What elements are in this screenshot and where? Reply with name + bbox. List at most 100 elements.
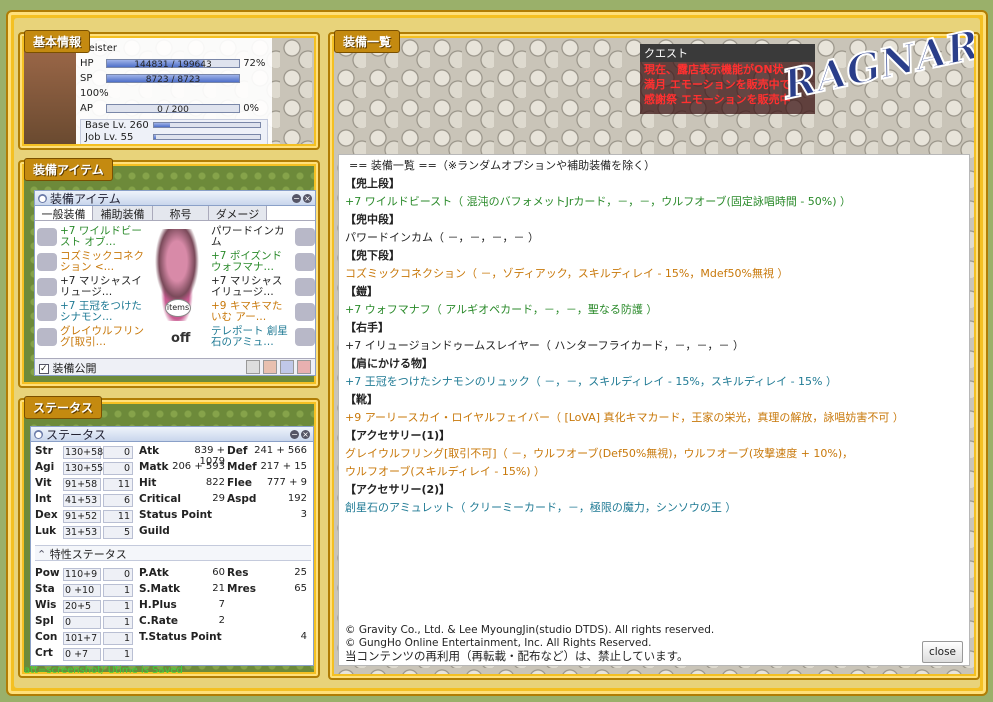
collapse-icon[interactable]: ⌃ bbox=[37, 548, 46, 561]
item-icon bbox=[37, 227, 57, 246]
equip-list-box: == 装備一覧 ==（※ランダムオプションや補助装備を除く） 【兜上段】 +7 ワ… bbox=[338, 154, 970, 666]
equip-slot-name: パワードインカム bbox=[211, 224, 285, 248]
equip-slot-right[interactable]: テレポート 創星石のアミュ… bbox=[211, 324, 315, 349]
equip-slot-right[interactable]: +7 ポイズンドウォフマナ… bbox=[211, 249, 315, 274]
status-titlebar[interactable]: ● ステータス − × bbox=[31, 427, 313, 442]
stat-name: Dex bbox=[35, 509, 58, 521]
trait-value: 0 +7 bbox=[63, 648, 101, 661]
shoe-icon[interactable] bbox=[297, 360, 311, 374]
equip-slot-left[interactable]: グレイウルフリング[取引… bbox=[37, 324, 147, 349]
equip-slot-left[interactable]: コズミックコネクション <… bbox=[37, 249, 147, 274]
stats-grid: Str 130+58 0 Agi 130+55 0 Vit 91+58 11 Int 41+53 6 D… bbox=[35, 445, 311, 545]
hp-row: HP 144831 / 199643 72% bbox=[80, 58, 266, 70]
trait-name: Crt bbox=[35, 647, 53, 659]
stat-name: Vit bbox=[35, 477, 52, 489]
equip-item-window[interactable]: ● 装備アイテム − × 一般装備 補助装備 称号 ダメージ +7 ワイルドビース… bbox=[34, 190, 316, 376]
trait-points: 1 bbox=[103, 584, 133, 597]
equip-slot-left[interactable]: +7 マリシャスイリュージ… bbox=[37, 274, 147, 299]
status-window[interactable]: ● ステータス − × Str 130+58 0 Agi 130+55 0 Vit 91+58 1… bbox=[30, 426, 314, 666]
trait-stat-value: 65 bbox=[294, 583, 307, 594]
equip-slot-right[interactable]: パワードインカム bbox=[211, 224, 315, 249]
equip-item-titlebar[interactable]: ● 装備アイテム − × bbox=[35, 191, 315, 206]
base-level: Base Lv. 260 bbox=[85, 120, 149, 131]
off-toggle[interactable]: off bbox=[171, 331, 190, 346]
footer-line: 当コンテンツの再利用（再転載・配布など）は、禁止しています。 bbox=[345, 649, 689, 663]
close-icon[interactable]: × bbox=[303, 193, 312, 203]
item-icon bbox=[37, 302, 57, 321]
swap-icon[interactable] bbox=[280, 360, 294, 374]
slot-item: +7 王冠をつけたシナモンのリュック（ －，－，スキルディレイ - 15%，スキ… bbox=[345, 375, 837, 388]
status-value: 777 + 9 bbox=[266, 477, 307, 488]
equip-slot-name: テレポート 創星石のアミュ… bbox=[211, 324, 288, 348]
stats-window: Meister HP 144831 / 199643 72% SP 8723 / 8… bbox=[76, 38, 272, 144]
slot-item: ウルフオーブ(スキルディレイ - 15%) ） bbox=[345, 465, 546, 478]
status-value: 241 + 566 bbox=[254, 445, 307, 456]
equip-slot-left[interactable]: +7 王冠をつけたシナモン… bbox=[37, 299, 147, 324]
close-button[interactable]: close bbox=[921, 641, 963, 663]
slot-heading: 【兜中段】 bbox=[345, 213, 400, 226]
trait-label: P.Atk bbox=[139, 567, 169, 579]
slot-item: +7 ワイルドビースト（ 混沌のバフォメットJrカード，－，－，ウルフオーブ(固… bbox=[345, 195, 852, 208]
status-value: 822 bbox=[205, 477, 225, 488]
chat-line: att=screenshot/ Utime is Saved bbox=[24, 665, 183, 676]
copyright-footer: © Gravity Co., Ltd. & Lee MyoungJin(stud… bbox=[345, 624, 714, 663]
stat-points: 11 bbox=[103, 510, 133, 523]
trait-name: Spl bbox=[35, 615, 54, 627]
trait-label: Mres bbox=[227, 583, 256, 595]
equip-slot-name: +7 王冠をつけたシナモン… bbox=[60, 299, 142, 323]
equip-slot-name: グレイウルフリング[取引… bbox=[60, 324, 144, 348]
minimize-icon[interactable]: − bbox=[292, 193, 301, 203]
equip-slot-left[interactable]: +7 ワイルドビースト オブ… bbox=[37, 224, 147, 249]
trait-points: 1 bbox=[103, 600, 133, 613]
trait-value: 0 bbox=[63, 616, 101, 629]
equip-list-panel: 装備一覧 クエスト 現在、露店表示機能がON状 満月 エモーションを販売中で 感謝祭… bbox=[328, 22, 980, 680]
public-checkbox[interactable]: ✓ bbox=[39, 364, 49, 374]
basic-info-content: Meister HP 144831 / 199643 72% SP 8723 / 8… bbox=[24, 38, 314, 144]
tab-title[interactable]: 称号 bbox=[153, 206, 209, 221]
equip-slot-name: +7 ワイルドビースト オブ… bbox=[60, 224, 142, 248]
equip-list-header: == 装備一覧 ==（※ランダムオプションや補助装備を除く） bbox=[349, 159, 656, 172]
equip-list-title: 装備一覧 bbox=[334, 30, 401, 53]
sp-percent: 100% bbox=[80, 88, 109, 99]
equip-slot-right[interactable]: +9 キマキマたいむ アー… bbox=[211, 299, 315, 324]
equip-slot-right[interactable]: +7 マリシャスイリュージ… bbox=[211, 274, 315, 299]
minimize-icon[interactable]: − bbox=[290, 429, 299, 439]
memo-icon[interactable] bbox=[246, 360, 260, 374]
trait-stat-value: 25 bbox=[294, 567, 307, 578]
footer-line: © Gravity Co., Ltd. & Lee MyoungJin(stud… bbox=[345, 624, 715, 636]
close-icon[interactable]: × bbox=[301, 429, 310, 439]
equip-slot-name: +9 キマキマたいむ アー… bbox=[211, 299, 283, 323]
base-exp-bar bbox=[153, 122, 261, 128]
status-panel: ステータス ● ステータス − × Str 130+58 0 Agi 130+55 0 Vit… bbox=[18, 396, 320, 678]
trait-stat-value: 60 bbox=[212, 567, 225, 578]
equip-slots: 【兜上段】 +7 ワイルドビースト（ 混沌のバフォメットJrカード，－，－，ウルフ… bbox=[345, 175, 963, 517]
trait-header[interactable]: ⌃ 特性ステータス bbox=[35, 545, 311, 561]
item-icon bbox=[295, 302, 315, 321]
status-title: ステータス bbox=[24, 396, 103, 419]
equip-slot-name: コズミックコネクション <… bbox=[60, 249, 144, 273]
items-button[interactable]: items bbox=[165, 299, 191, 317]
item-icon bbox=[295, 227, 315, 246]
tab-auxiliary[interactable]: 補助装備 bbox=[93, 206, 153, 221]
status-window-icon: ● bbox=[34, 429, 43, 439]
tab-general[interactable]: 一般装備 bbox=[35, 206, 93, 221]
hp-percent: 72% bbox=[243, 58, 266, 69]
equip-window-icon: ● bbox=[38, 193, 47, 203]
stat-points: 5 bbox=[103, 526, 133, 539]
stat-value: 130+58 bbox=[63, 446, 104, 459]
stat-name: Luk bbox=[35, 525, 57, 537]
trait-value: 101+7 bbox=[63, 632, 101, 645]
ap-percent: 0% bbox=[243, 103, 260, 114]
costume-icon[interactable] bbox=[263, 360, 277, 374]
trait-stat-value: 2 bbox=[218, 615, 225, 626]
tab-damage[interactable]: ダメージ bbox=[209, 206, 267, 221]
status-value: 217 + 15 bbox=[260, 461, 307, 472]
equip-item-panel: 装備アイテム ● 装備アイテム − × 一般装備 補助装備 称号 ダメージ +7 … bbox=[18, 158, 320, 388]
status-label: Guild bbox=[139, 525, 170, 537]
trait-points: 1 bbox=[103, 616, 133, 629]
trait-name: Con bbox=[35, 631, 58, 643]
character-portrait bbox=[24, 38, 76, 144]
status-window-title: ステータス bbox=[46, 427, 107, 442]
stat-value: 91+52 bbox=[63, 510, 101, 523]
ap-bar: 0 / 200 bbox=[106, 103, 240, 115]
